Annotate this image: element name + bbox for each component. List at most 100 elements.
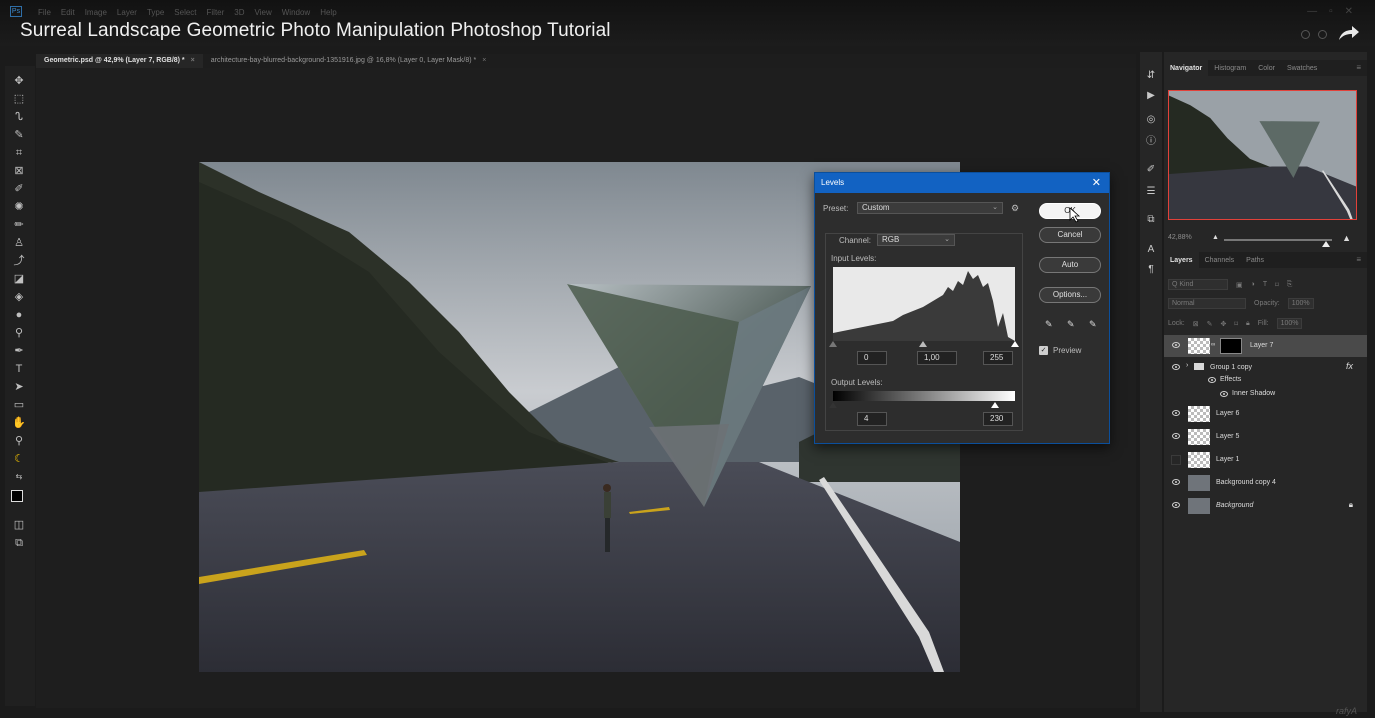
screen-mode-icon[interactable]: ⧉ (12, 536, 26, 550)
healing-brush-tool-icon[interactable]: ✺ (12, 200, 26, 214)
menu-help[interactable]: Help (320, 8, 336, 17)
layer-row-background[interactable]: Background 🔒︎ (1164, 495, 1367, 517)
tab-histogram[interactable]: Histogram (1208, 60, 1252, 76)
panel-menu-icon[interactable]: ≡ (1356, 255, 1361, 264)
quick-select-tool-icon[interactable]: ✎ (12, 128, 26, 142)
menu-type[interactable]: Type (147, 8, 164, 17)
adjustments-panel-icon[interactable]: ◎ (1145, 114, 1157, 126)
lock-artboard-icon[interactable]: ⌑ (1234, 320, 1238, 328)
lock-transparent-icon[interactable]: ⊠ (1193, 320, 1199, 328)
input-black-slider[interactable] (829, 341, 837, 347)
visibility-off-box[interactable] (1171, 455, 1181, 465)
input-white-slider[interactable] (1011, 341, 1019, 347)
auto-button[interactable]: Auto (1039, 257, 1101, 273)
options-button[interactable]: Options... (1039, 287, 1101, 303)
layer-row-layer-7[interactable]: ∞ Layer 7 (1164, 335, 1367, 357)
visibility-eye-icon[interactable] (1172, 479, 1180, 485)
layer-row-layer-6[interactable]: Layer 6 (1164, 403, 1367, 425)
type-tool-icon[interactable]: T (12, 362, 26, 376)
restore-icon[interactable]: ▫ (1329, 6, 1333, 17)
frame-tool-icon[interactable]: ⊠ (12, 164, 26, 178)
input-black-field[interactable]: 0 (857, 351, 887, 365)
visibility-eye-icon[interactable] (1220, 391, 1228, 397)
tab-color[interactable]: Color (1252, 60, 1281, 76)
expand-chevron-icon[interactable]: › (1186, 362, 1188, 369)
filter-pixel-icon[interactable]: ▣ (1236, 281, 1243, 289)
menu-image[interactable]: Image (85, 8, 107, 17)
layer-comps-icon[interactable]: ⧉ (1145, 214, 1157, 226)
output-white-slider[interactable] (991, 402, 999, 408)
move-tool-icon[interactable]: ✥ (12, 74, 26, 88)
eyedropper-tool-icon[interactable]: ✐ (12, 182, 26, 196)
input-gamma-slider[interactable] (919, 341, 927, 347)
tab-swatches[interactable]: Swatches (1281, 60, 1323, 76)
zoom-slider-knob[interactable] (1322, 241, 1330, 247)
rectangle-tool-icon[interactable]: ▭ (12, 398, 26, 412)
foreground-color-swatch[interactable] (11, 490, 23, 502)
lock-pixels-icon[interactable]: ✎ (1207, 320, 1213, 328)
dodge-tool-icon[interactable]: ⚲ (12, 326, 26, 340)
cancel-button[interactable]: Cancel (1039, 227, 1101, 243)
tab-geometric-psd[interactable]: Geometric.psd @ 42,9% (Layer 7, RGB/8) *… (36, 54, 203, 68)
output-white-field[interactable]: 230 (983, 412, 1013, 426)
preset-options-gear-icon[interactable]: ⚙ (1011, 203, 1019, 214)
zoom-slider[interactable] (1224, 239, 1332, 247)
filter-smart-object-icon[interactable]: ⎘ (1287, 281, 1293, 289)
layer-kind-filter[interactable]: Q Kind (1168, 279, 1228, 290)
menu-view[interactable]: View (255, 8, 272, 17)
share-icon[interactable] (1337, 24, 1361, 42)
menu-window[interactable]: Window (282, 8, 310, 17)
levels-titlebar[interactable]: Levels ✕ (815, 173, 1109, 193)
minimize-icon[interactable]: — (1307, 6, 1317, 17)
opacity-field[interactable]: 100% (1287, 298, 1314, 309)
crop-tool-icon[interactable]: ⌗ (12, 146, 26, 160)
layer-mask-thumbnail[interactable] (1220, 338, 1242, 354)
menu-edit[interactable]: Edit (61, 8, 75, 17)
info-panel-icon[interactable]: ⓘ (1145, 136, 1157, 148)
fill-field[interactable]: 100% (1276, 318, 1303, 329)
zoom-in-icon[interactable]: ▲ (1342, 233, 1351, 243)
filter-adjustment-icon[interactable]: ◑ (1251, 281, 1255, 288)
paint-bucket-tool-icon[interactable]: ◈ (12, 290, 26, 304)
tab-architecture-jpg[interactable]: architecture-bay-blurred-background-1351… (203, 54, 495, 68)
navigator-view-box[interactable] (1168, 90, 1357, 220)
menu-layer[interactable]: Layer (117, 8, 137, 17)
fx-badge[interactable]: fx (1346, 361, 1353, 371)
workspace-icon[interactable] (1318, 30, 1327, 39)
panel-menu-icon[interactable]: ≡ (1356, 63, 1361, 72)
tab-close-icon[interactable]: × (191, 57, 195, 64)
quick-mask-icon[interactable]: ◫ (12, 518, 26, 532)
history-brush-tool-icon[interactable]: ⤴ (12, 254, 26, 268)
filter-type-icon[interactable]: T (1263, 281, 1267, 288)
visibility-eye-icon[interactable] (1172, 342, 1180, 348)
play-actions-icon[interactable]: ▶ (1145, 90, 1157, 102)
link-chain-icon[interactable]: ∞ (1211, 342, 1215, 348)
visibility-eye-icon[interactable] (1172, 502, 1180, 508)
tab-layers[interactable]: Layers (1164, 252, 1199, 268)
input-white-field[interactable]: 255 (983, 351, 1013, 365)
hand-tool-icon[interactable]: ✋ (12, 416, 26, 430)
layer-row-background-copy-4[interactable]: Background copy 4 (1164, 472, 1367, 494)
layer-row-layer-5[interactable]: Layer 5 (1164, 426, 1367, 448)
close-window-icon[interactable]: ✕ (1345, 6, 1353, 17)
brush-settings-icon[interactable]: ✐ (1145, 164, 1157, 176)
swap-colors-icon[interactable]: ⇆ (12, 470, 26, 484)
path-selection-tool-icon[interactable]: ➤ (12, 380, 26, 394)
blur-tool-icon[interactable]: ● (12, 308, 26, 322)
eraser-tool-icon[interactable]: ◪ (12, 272, 26, 286)
zoom-tool-icon[interactable]: ⚲ (12, 434, 26, 448)
visibility-eye-icon[interactable] (1172, 433, 1180, 439)
tab-paths[interactable]: Paths (1240, 252, 1270, 268)
lock-icon[interactable]: 🔒︎ (1349, 500, 1353, 510)
marquee-tool-icon[interactable]: ⬚ (12, 92, 26, 106)
tab-close-icon[interactable]: × (482, 57, 486, 64)
search-icon[interactable] (1301, 30, 1310, 39)
pen-tool-icon[interactable]: ✒ (12, 344, 26, 358)
channel-select[interactable]: RGB ⌄ (877, 234, 955, 246)
menu-file[interactable]: File (38, 8, 51, 17)
blend-mode-select[interactable]: Normal (1168, 298, 1246, 309)
lock-position-icon[interactable]: ✥ (1220, 320, 1226, 328)
clone-stamp-tool-icon[interactable]: ♙ (12, 236, 26, 250)
menu-select[interactable]: Select (174, 8, 196, 17)
filter-shape-icon[interactable]: ⌑ (1275, 281, 1279, 289)
